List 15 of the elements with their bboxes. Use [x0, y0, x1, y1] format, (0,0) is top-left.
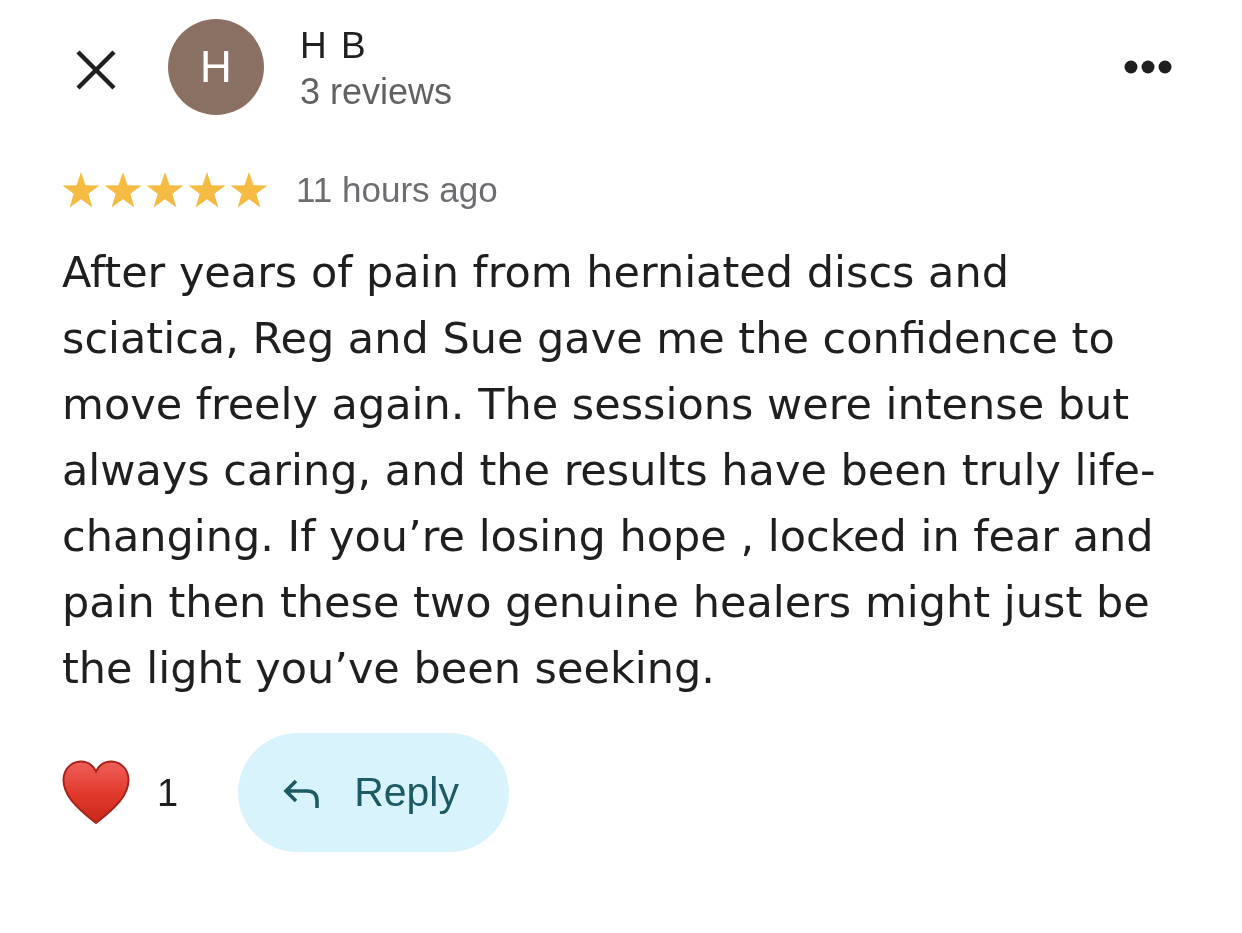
reviewer-name: H B — [300, 24, 369, 68]
more-options-icon[interactable] — [1124, 60, 1172, 74]
heart-icon[interactable] — [62, 759, 130, 826]
star-icon — [230, 172, 268, 208]
review-text: After years of pain from herniated discs and sciatica, Reg and Sue gave me the confidence to move freely again. The sessions were intense but always caring, and the results have been truly life-changing. If you’re losing hope , locked in fear and pain then these two genuine healers might just be the light you’ve been seeking. — [62, 246, 1157, 695]
star-icon — [146, 172, 184, 208]
star-icon — [188, 172, 226, 208]
star-icon — [104, 172, 142, 208]
reaction-count: 1 — [157, 770, 179, 815]
star-icon — [62, 172, 100, 208]
review-count: 3 reviews — [300, 70, 453, 114]
reply-button[interactable]: Reply — [238, 733, 509, 852]
avatar: H — [168, 19, 264, 115]
close-icon[interactable] — [75, 49, 117, 91]
review-time: 11 hours ago — [296, 170, 498, 210]
